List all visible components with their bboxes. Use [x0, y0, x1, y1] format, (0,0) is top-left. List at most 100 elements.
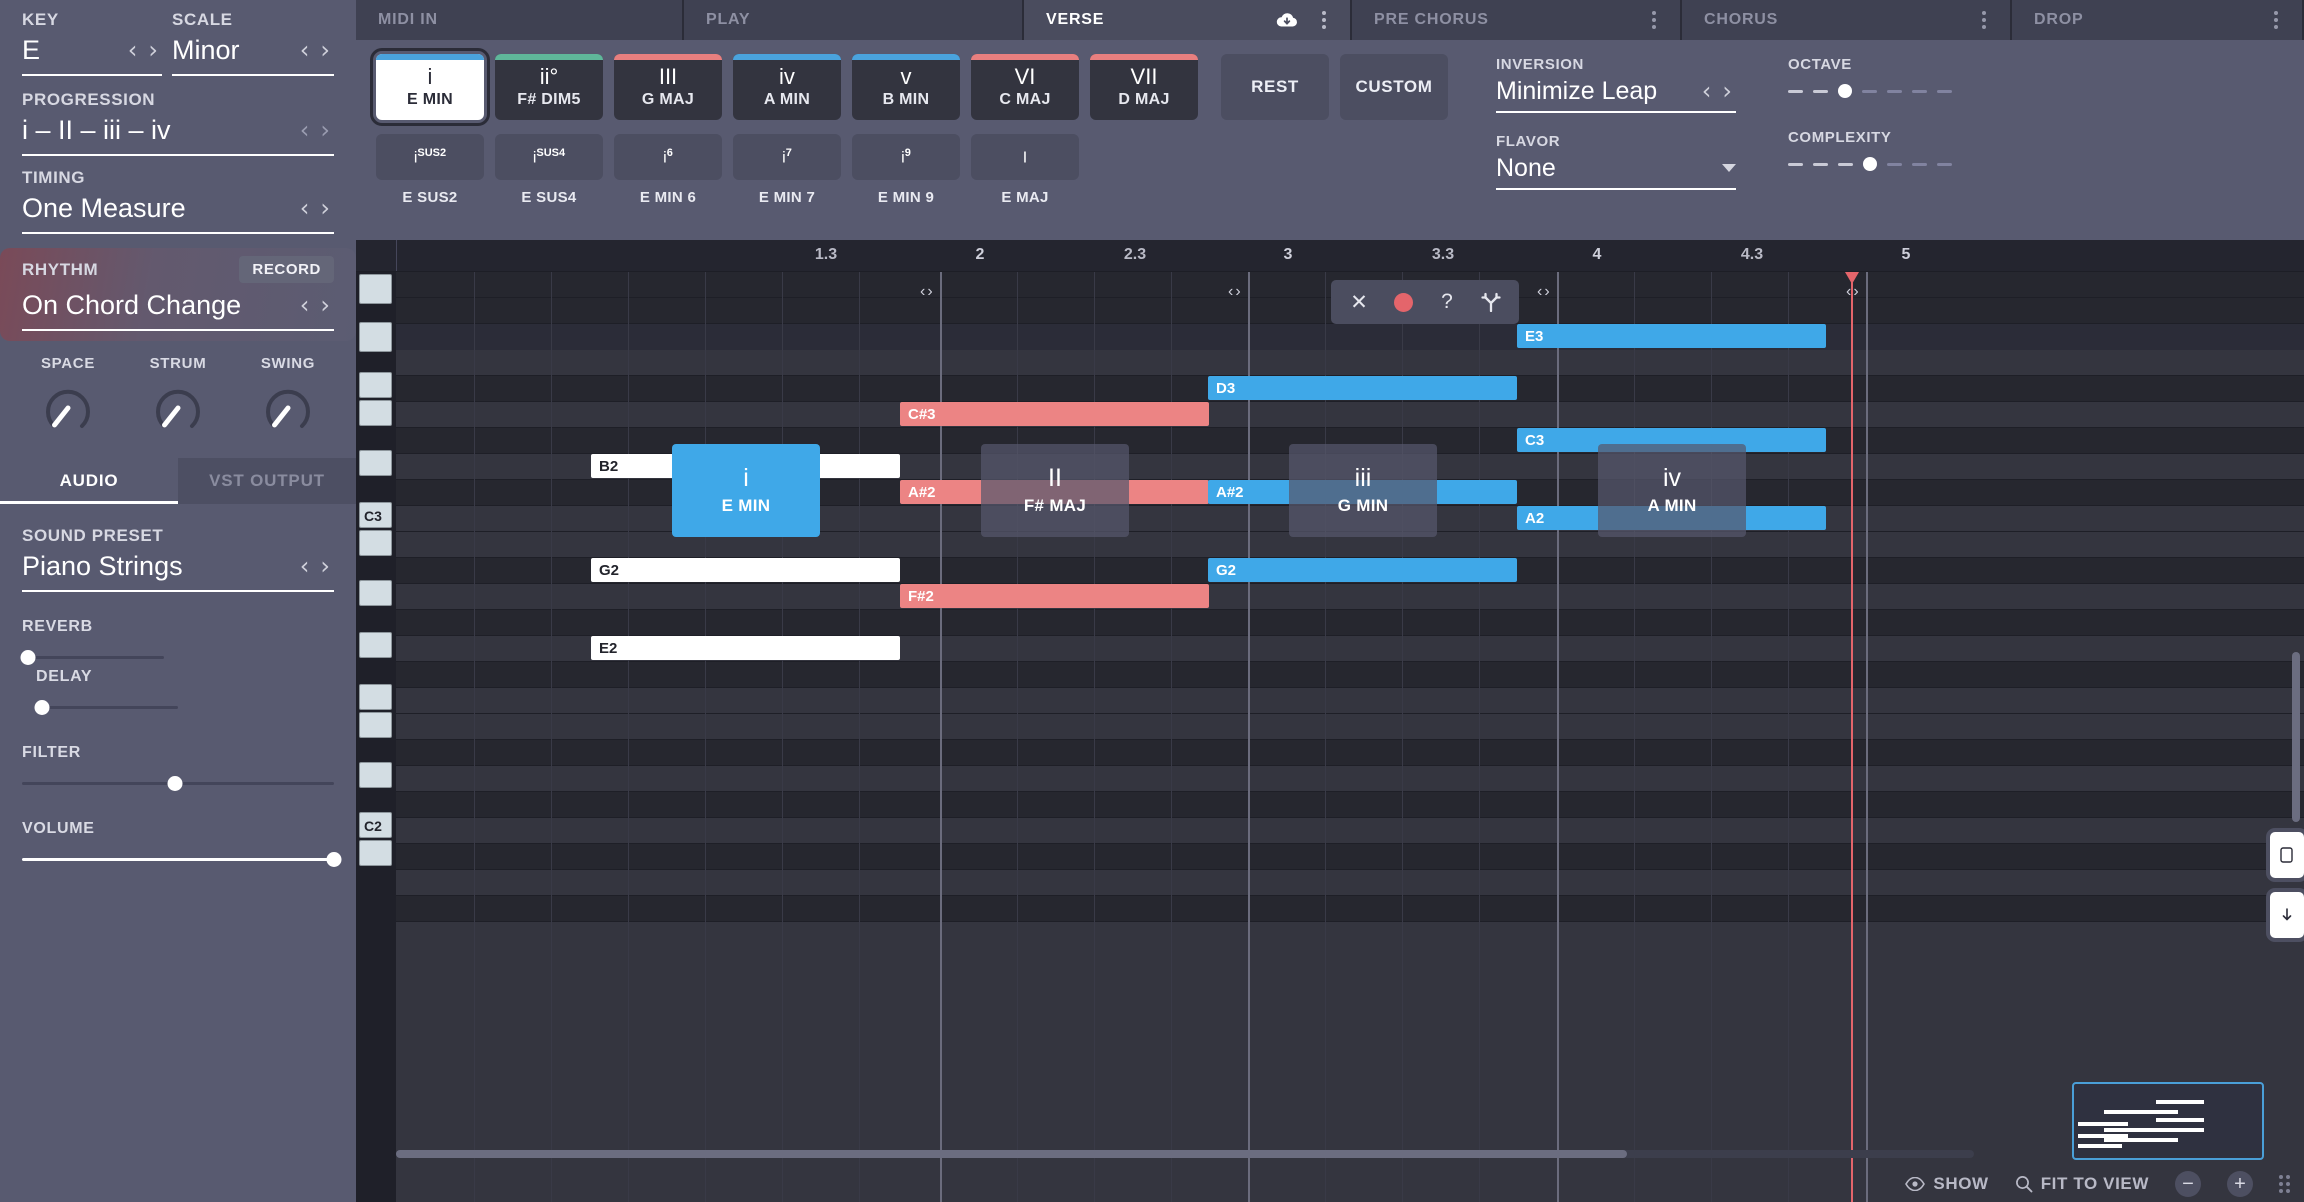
knob-space[interactable]: SPACE [26, 355, 110, 436]
extension-button-7[interactable]: i7 [733, 134, 841, 180]
progression-prev-icon[interactable]: ‹ [300, 118, 310, 142]
chord-block-ii[interactable]: II F# MAJ [981, 444, 1129, 537]
piano-key[interactable] [359, 580, 392, 606]
flavor-field[interactable]: FLAVOR None [1496, 133, 1736, 190]
show-toggle[interactable]: SHOW [1905, 1174, 1988, 1194]
chord-button-i[interactable]: i E MIN [370, 48, 490, 126]
piano-key[interactable] [359, 632, 392, 658]
playhead[interactable] [1845, 272, 1859, 1202]
volume-control[interactable]: VOLUME [22, 820, 342, 870]
tab-vst-output[interactable]: VST OUTPUT [178, 458, 356, 504]
note-cs3[interactable]: C#3 [900, 402, 1209, 426]
extension-button-sus4[interactable]: iSUS4 [495, 134, 603, 180]
reverb-slider[interactable] [20, 646, 164, 668]
help-icon[interactable]: ? [1425, 280, 1469, 324]
piano-key[interactable] [359, 840, 392, 866]
piano-key-c3[interactable]: C3 [359, 502, 392, 528]
resize-grip[interactable] [2279, 1175, 2290, 1193]
rest-button[interactable]: REST [1221, 54, 1329, 120]
inversion-prev-icon[interactable]: ‹ [1702, 79, 1712, 103]
section-tab-play[interactable]: PLAY [684, 0, 1024, 40]
filter-control[interactable]: FILTER [22, 744, 334, 794]
knob-strum-dial[interactable] [150, 380, 206, 436]
progression-next-icon[interactable]: › [320, 118, 330, 142]
region-handle[interactable]: ‹ › [1228, 284, 1241, 300]
note-d3[interactable]: D3 [1208, 376, 1517, 400]
filter-slider[interactable] [22, 772, 334, 794]
key-field[interactable]: KEY E ‹ › [22, 10, 162, 76]
section-tab-pre-chorus[interactable]: PRE CHORUS [1352, 0, 1682, 40]
sound-preset-field[interactable]: SOUND PRESET Piano Strings ‹ › [22, 526, 334, 592]
scale-prev-icon[interactable]: ‹ [300, 38, 310, 62]
edge-button-bottom[interactable] [2270, 892, 2304, 938]
preset-prev-icon[interactable]: ‹ [300, 554, 310, 578]
fit-to-view-button[interactable]: FIT TO VIEW [2015, 1174, 2149, 1194]
delay-slider[interactable] [34, 696, 178, 718]
branch-icon[interactable] [1469, 280, 1513, 324]
knob-space-dial[interactable] [40, 380, 96, 436]
rhythm-next-icon[interactable]: › [320, 293, 330, 317]
cloud-icon[interactable] [1276, 11, 1298, 29]
extension-button-6[interactable]: i6 [614, 134, 722, 180]
piano-key[interactable] [359, 684, 392, 710]
extension-button-sus2[interactable]: iSUS2 [376, 134, 484, 180]
tab-audio[interactable]: AUDIO [0, 458, 178, 504]
chevron-down-icon[interactable] [1722, 164, 1736, 172]
piano-key[interactable] [359, 712, 392, 738]
edge-button-top[interactable] [2270, 832, 2304, 878]
chord-button-III[interactable]: III G MAJ [614, 54, 722, 120]
progression-field[interactable]: PROGRESSION i – II – iii – iv ‹ › [22, 90, 334, 156]
record-dot-icon[interactable] [1381, 280, 1425, 324]
octave-stepper[interactable] [1788, 73, 1988, 109]
octave-field[interactable]: OCTAVE [1788, 56, 1988, 109]
timing-prev-icon[interactable]: ‹ [300, 196, 310, 220]
zoom-in-button[interactable]: + [2227, 1171, 2253, 1197]
verse-menu-icon[interactable] [1320, 7, 1328, 33]
region-handle[interactable]: ‹ › [1537, 284, 1550, 300]
piano-key-c2[interactable]: C2 [359, 812, 392, 838]
extension-button-major[interactable]: I [971, 134, 1079, 180]
piano-key[interactable] [359, 274, 392, 304]
chord-button-ii-dim[interactable]: ii° F# DIM5 [495, 54, 603, 120]
complexity-thumb[interactable] [1863, 157, 1877, 171]
chord-button-v[interactable]: v B MIN [852, 54, 960, 120]
timeline-ruler[interactable]: 1.3 2 2.3 3 3.3 4 4.3 5 [356, 240, 2304, 272]
inversion-next-icon[interactable]: › [1722, 79, 1732, 103]
scale-field[interactable]: SCALE Minor ‹ › [172, 10, 334, 76]
piano-key[interactable] [359, 762, 392, 788]
record-button[interactable]: RECORD [239, 256, 334, 283]
roll-grid[interactable] [396, 272, 2304, 1202]
drop-menu-icon[interactable] [2272, 7, 2280, 33]
complexity-field[interactable]: COMPLEXITY [1788, 129, 1988, 182]
section-tab-verse[interactable]: VERSE [1024, 0, 1352, 40]
knob-swing[interactable]: SWING [246, 355, 330, 436]
inversion-field[interactable]: INVERSION Minimize Leap ‹ › [1496, 56, 1736, 113]
section-tab-chorus[interactable]: CHORUS [1682, 0, 2012, 40]
complexity-stepper[interactable] [1788, 146, 1988, 182]
chord-button-VII[interactable]: VII D MAJ [1090, 54, 1198, 120]
minimap-overview[interactable] [2072, 1082, 2264, 1160]
vertical-scrollbar[interactable] [2292, 652, 2300, 822]
timing-field[interactable]: TIMING One Measure ‹ › [22, 168, 334, 234]
close-icon[interactable]: ✕ [1337, 280, 1381, 324]
knob-swing-dial[interactable] [260, 380, 316, 436]
chord-button-VI[interactable]: VI C MAJ [971, 54, 1079, 120]
timing-next-icon[interactable]: › [320, 196, 330, 220]
note-g2-blue[interactable]: G2 [1208, 558, 1517, 582]
horizontal-scrollbar[interactable] [396, 1150, 1974, 1158]
octave-thumb[interactable] [1838, 84, 1852, 98]
volume-slider[interactable] [22, 848, 342, 870]
note-g2-white[interactable]: G2 [591, 558, 900, 582]
chord-block-iii[interactable]: iii G MIN [1289, 444, 1437, 537]
preset-next-icon[interactable]: › [320, 554, 330, 578]
chord-block-iv[interactable]: iv A MIN [1598, 444, 1746, 537]
piano-key[interactable] [359, 322, 392, 352]
piano-key[interactable] [359, 400, 392, 426]
note-fs2[interactable]: F#2 [900, 584, 1209, 608]
scale-next-icon[interactable]: › [320, 38, 330, 62]
section-tab-midi-in[interactable]: MIDI IN [356, 0, 684, 40]
piano-key[interactable] [359, 372, 392, 398]
chord-block-i[interactable]: i E MIN [672, 444, 820, 537]
rhythm-field[interactable]: RHYTHM RECORD On Chord Change ‹ › [0, 248, 356, 341]
piano-key[interactable] [359, 530, 392, 556]
